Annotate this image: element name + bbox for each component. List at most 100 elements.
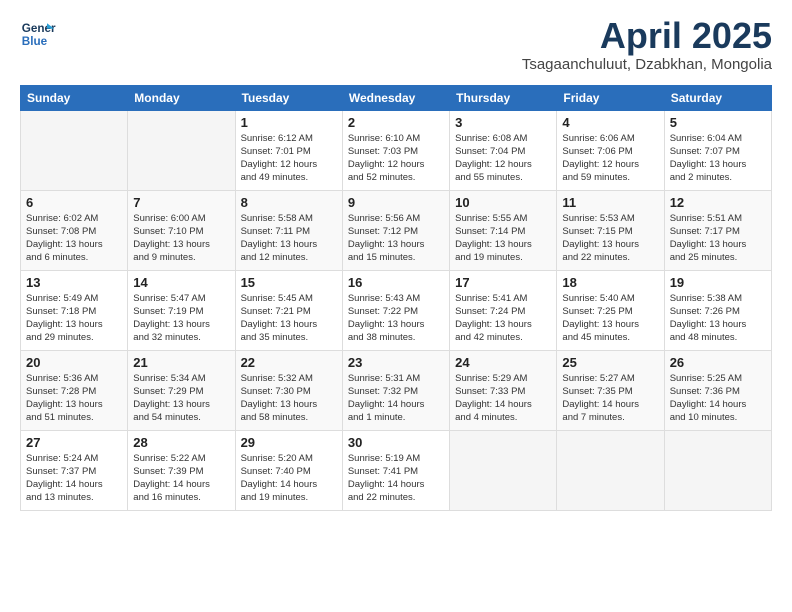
day-info: Sunrise: 5:27 AM Sunset: 7:35 PM Dayligh…	[562, 372, 658, 425]
calendar-cell: 17 Sunrise: 5:41 AM Sunset: 7:24 PM Dayli…	[450, 270, 557, 350]
calendar-cell: 10 Sunrise: 5:55 AM Sunset: 7:14 PM Dayli…	[450, 190, 557, 270]
day-info: Sunrise: 5:36 AM Sunset: 7:28 PM Dayligh…	[26, 372, 122, 425]
calendar-day-header: Thursday	[450, 85, 557, 110]
day-number: 18	[562, 275, 658, 290]
calendar-cell: 29 Sunrise: 5:20 AM Sunset: 7:40 PM Dayli…	[235, 430, 342, 510]
day-number: 5	[670, 115, 766, 130]
day-number: 29	[241, 435, 337, 450]
day-number: 25	[562, 355, 658, 370]
day-number: 4	[562, 115, 658, 130]
day-number: 27	[26, 435, 122, 450]
day-number: 11	[562, 195, 658, 210]
calendar-cell: 20Sunrise: 5:36 AM Sunset: 7:28 PM Dayli…	[21, 350, 128, 430]
day-info: Sunrise: 5:53 AM Sunset: 7:15 PM Dayligh…	[562, 212, 658, 265]
day-info: Sunrise: 5:58 AM Sunset: 7:11 PM Dayligh…	[241, 212, 337, 265]
calendar-cell: 23Sunrise: 5:31 AM Sunset: 7:32 PM Dayli…	[342, 350, 449, 430]
calendar-cell: 15Sunrise: 5:45 AM Sunset: 7:21 PM Dayli…	[235, 270, 342, 350]
day-info: Sunrise: 5:40 AM Sunset: 7:25 PM Dayligh…	[562, 292, 658, 345]
day-info: Sunrise: 5:22 AM Sunset: 7:39 PM Dayligh…	[133, 452, 229, 505]
calendar-day-header: Friday	[557, 85, 664, 110]
day-number: 2	[348, 115, 444, 130]
calendar-cell: 28 Sunrise: 5:22 AM Sunset: 7:39 PM Dayli…	[128, 430, 235, 510]
calendar-cell: 7 Sunrise: 6:00 AM Sunset: 7:10 PM Daylig…	[128, 190, 235, 270]
calendar-cell: 11 Sunrise: 5:53 AM Sunset: 7:15 PM Dayli…	[557, 190, 664, 270]
day-info: Sunrise: 5:20 AM Sunset: 7:40 PM Dayligh…	[241, 452, 337, 505]
subtitle: Tsagaanchuluut, Dzabkhan, Mongolia	[522, 56, 772, 73]
header: General Blue April 2025 Tsagaanchuluut, …	[20, 16, 772, 73]
calendar-cell	[557, 430, 664, 510]
day-info: Sunrise: 5:29 AM Sunset: 7:33 PM Dayligh…	[455, 372, 551, 425]
day-info: Sunrise: 5:41 AM Sunset: 7:24 PM Dayligh…	[455, 292, 551, 345]
calendar-week-row: 27 Sunrise: 5:24 AM Sunset: 7:37 PM Dayli…	[21, 430, 772, 510]
calendar-week-row: 20Sunrise: 5:36 AM Sunset: 7:28 PM Dayli…	[21, 350, 772, 430]
calendar-day-header: Wednesday	[342, 85, 449, 110]
day-info: Sunrise: 5:24 AM Sunset: 7:37 PM Dayligh…	[26, 452, 122, 505]
day-number: 1	[241, 115, 337, 130]
calendar-week-row: 6 Sunrise: 6:02 AM Sunset: 7:08 PM Daylig…	[21, 190, 772, 270]
day-info: Sunrise: 5:32 AM Sunset: 7:30 PM Dayligh…	[241, 372, 337, 425]
day-info: Sunrise: 5:51 AM Sunset: 7:17 PM Dayligh…	[670, 212, 766, 265]
calendar-day-header: Saturday	[664, 85, 771, 110]
calendar-cell: 3 Sunrise: 6:08 AM Sunset: 7:04 PM Daylig…	[450, 110, 557, 190]
day-info: Sunrise: 5:25 AM Sunset: 7:36 PM Dayligh…	[670, 372, 766, 425]
calendar-week-row: 13 Sunrise: 5:49 AM Sunset: 7:18 PM Dayli…	[21, 270, 772, 350]
day-number: 9	[348, 195, 444, 210]
calendar-header-row: SundayMondayTuesdayWednesdayThursdayFrid…	[21, 85, 772, 110]
day-number: 6	[26, 195, 122, 210]
day-info: Sunrise: 5:19 AM Sunset: 7:41 PM Dayligh…	[348, 452, 444, 505]
calendar-cell: 24 Sunrise: 5:29 AM Sunset: 7:33 PM Dayli…	[450, 350, 557, 430]
calendar-day-header: Tuesday	[235, 85, 342, 110]
calendar-cell: 26 Sunrise: 5:25 AM Sunset: 7:36 PM Dayli…	[664, 350, 771, 430]
day-info: Sunrise: 5:47 AM Sunset: 7:19 PM Dayligh…	[133, 292, 229, 345]
title-block: April 2025 Tsagaanchuluut, Dzabkhan, Mon…	[522, 16, 772, 73]
calendar-cell: 22 Sunrise: 5:32 AM Sunset: 7:30 PM Dayli…	[235, 350, 342, 430]
calendar-cell: 8 Sunrise: 5:58 AM Sunset: 7:11 PM Daylig…	[235, 190, 342, 270]
day-info: Sunrise: 6:00 AM Sunset: 7:10 PM Dayligh…	[133, 212, 229, 265]
day-number: 22	[241, 355, 337, 370]
day-number: 24	[455, 355, 551, 370]
calendar-cell	[664, 430, 771, 510]
day-number: 19	[670, 275, 766, 290]
day-info: Sunrise: 5:38 AM Sunset: 7:26 PM Dayligh…	[670, 292, 766, 345]
calendar-day-header: Monday	[128, 85, 235, 110]
day-info: Sunrise: 6:06 AM Sunset: 7:06 PM Dayligh…	[562, 132, 658, 185]
day-number: 17	[455, 275, 551, 290]
calendar-cell: 5Sunrise: 6:04 AM Sunset: 7:07 PM Daylig…	[664, 110, 771, 190]
day-number: 23	[348, 355, 444, 370]
day-number: 10	[455, 195, 551, 210]
day-info: Sunrise: 6:08 AM Sunset: 7:04 PM Dayligh…	[455, 132, 551, 185]
calendar-cell	[128, 110, 235, 190]
calendar-cell	[21, 110, 128, 190]
calendar-cell: 14Sunrise: 5:47 AM Sunset: 7:19 PM Dayli…	[128, 270, 235, 350]
logo-icon: General Blue	[20, 16, 56, 52]
day-number: 21	[133, 355, 229, 370]
day-info: Sunrise: 6:02 AM Sunset: 7:08 PM Dayligh…	[26, 212, 122, 265]
day-info: Sunrise: 5:56 AM Sunset: 7:12 PM Dayligh…	[348, 212, 444, 265]
calendar-cell: 1Sunrise: 6:12 AM Sunset: 7:01 PM Daylig…	[235, 110, 342, 190]
day-info: Sunrise: 5:55 AM Sunset: 7:14 PM Dayligh…	[455, 212, 551, 265]
logo: General Blue	[20, 16, 56, 52]
day-number: 3	[455, 115, 551, 130]
calendar-cell: 4 Sunrise: 6:06 AM Sunset: 7:06 PM Daylig…	[557, 110, 664, 190]
month-title: April 2025	[522, 16, 772, 56]
calendar-cell: 19 Sunrise: 5:38 AM Sunset: 7:26 PM Dayli…	[664, 270, 771, 350]
day-number: 7	[133, 195, 229, 210]
day-number: 16	[348, 275, 444, 290]
svg-text:Blue: Blue	[22, 35, 48, 48]
calendar-week-row: 1Sunrise: 6:12 AM Sunset: 7:01 PM Daylig…	[21, 110, 772, 190]
calendar-cell: 2Sunrise: 6:10 AM Sunset: 7:03 PM Daylig…	[342, 110, 449, 190]
calendar-cell: 6 Sunrise: 6:02 AM Sunset: 7:08 PM Daylig…	[21, 190, 128, 270]
page: General Blue April 2025 Tsagaanchuluut, …	[0, 0, 792, 527]
day-number: 12	[670, 195, 766, 210]
calendar-day-header: Sunday	[21, 85, 128, 110]
day-info: Sunrise: 5:49 AM Sunset: 7:18 PM Dayligh…	[26, 292, 122, 345]
day-number: 8	[241, 195, 337, 210]
calendar-cell: 13 Sunrise: 5:49 AM Sunset: 7:18 PM Dayli…	[21, 270, 128, 350]
calendar: SundayMondayTuesdayWednesdayThursdayFrid…	[20, 85, 772, 511]
calendar-cell	[450, 430, 557, 510]
day-number: 26	[670, 355, 766, 370]
day-number: 13	[26, 275, 122, 290]
day-number: 28	[133, 435, 229, 450]
calendar-cell: 9 Sunrise: 5:56 AM Sunset: 7:12 PM Daylig…	[342, 190, 449, 270]
calendar-cell: 12 Sunrise: 5:51 AM Sunset: 7:17 PM Dayli…	[664, 190, 771, 270]
